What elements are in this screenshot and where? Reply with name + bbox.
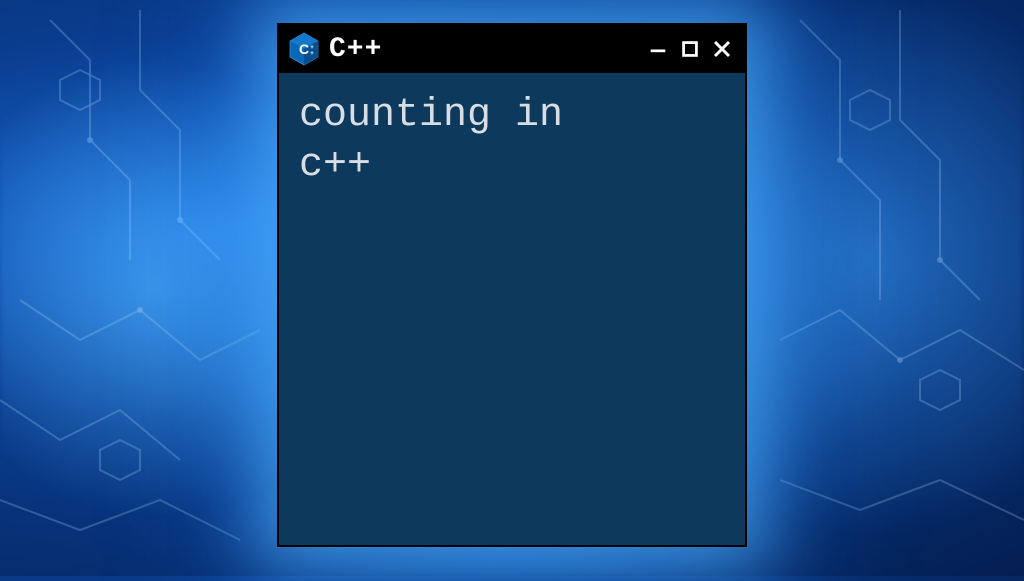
content-line-1: counting in <box>299 93 563 138</box>
content-line-2: c++ <box>299 143 371 188</box>
cpp-logo-icon: C + + <box>289 32 319 66</box>
terminal-content: counting in c++ <box>279 73 745 209</box>
minimize-button[interactable] <box>645 36 671 62</box>
svg-text:C: C <box>299 41 309 57</box>
window-title: C++ <box>329 34 635 65</box>
close-button[interactable] <box>709 36 735 62</box>
window-controls <box>645 36 735 62</box>
svg-text:+: + <box>310 51 314 57</box>
maximize-button[interactable] <box>677 36 703 62</box>
title-bar[interactable]: C + + C++ <box>279 25 745 73</box>
terminal-window: C + + C++ counting in c++ <box>277 23 747 547</box>
